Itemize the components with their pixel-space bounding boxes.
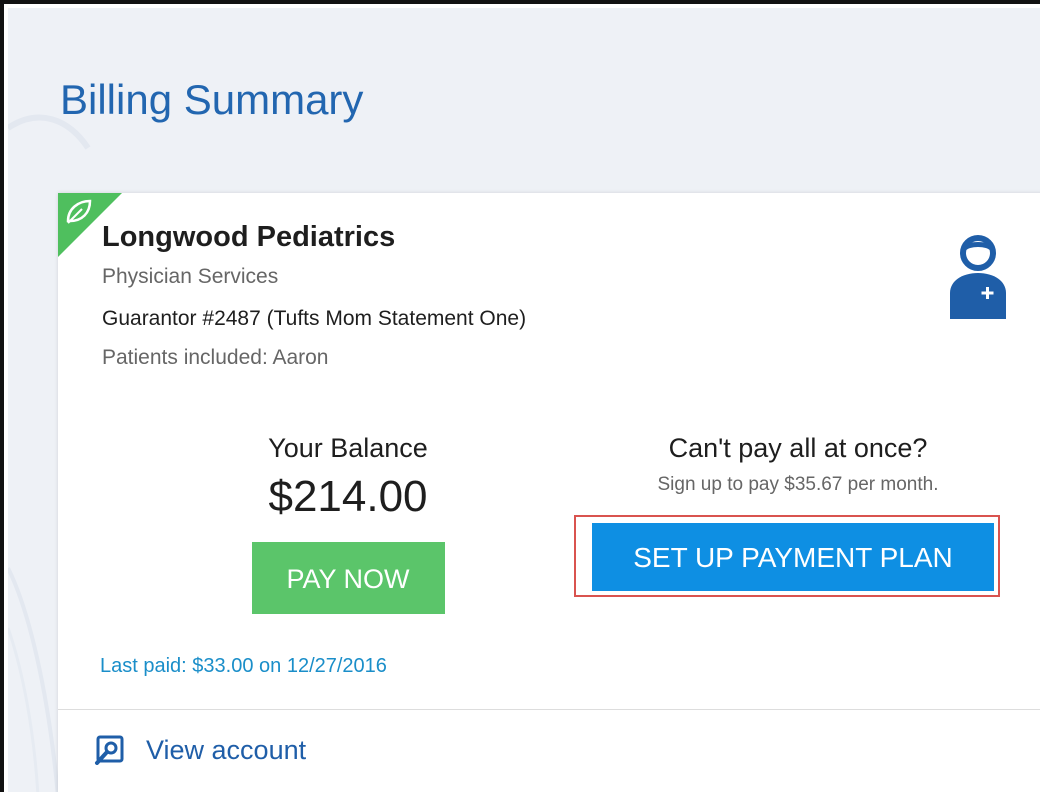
last-paid-link[interactable]: Last paid: $33.00 on 12/27/2016 bbox=[100, 655, 387, 678]
billing-card: Longwood Pediatrics Physician Services G… bbox=[58, 193, 1040, 792]
service-type: Physician Services bbox=[102, 265, 279, 288]
card-divider bbox=[58, 709, 1040, 710]
setup-payment-plan-button[interactable]: SET UP PAYMENT PLAN bbox=[592, 523, 994, 591]
balance-amount: $214.00 bbox=[268, 472, 428, 521]
guarantor-info: Guarantor #2487 (Tufts Mom Statement One… bbox=[102, 307, 527, 330]
payment-plan-section: Can't pay all at once? Sign up to pay $3… bbox=[578, 433, 1018, 496]
doctor-icon bbox=[950, 235, 1006, 319]
app-frame: Billing Summary Longwood Pediatrics Phys… bbox=[0, 0, 1040, 792]
balance-section: Your Balance $214.00 PAY NOW bbox=[148, 433, 548, 614]
page-title: Billing Summary bbox=[60, 76, 364, 123]
provider-name: Longwood Pediatrics bbox=[102, 221, 396, 253]
payment-plan-subtext: Sign up to pay $35.67 per month. bbox=[657, 474, 939, 495]
patients-included: Patients included: Aaron bbox=[102, 346, 329, 369]
pay-now-button[interactable]: PAY NOW bbox=[251, 542, 445, 614]
payment-plan-question: Can't pay all at once? bbox=[668, 433, 928, 463]
view-account-label: View account bbox=[146, 734, 307, 765]
balance-label: Your Balance bbox=[268, 433, 428, 463]
view-account-link[interactable]: View account bbox=[94, 730, 306, 770]
magnifier-icon bbox=[95, 735, 124, 765]
